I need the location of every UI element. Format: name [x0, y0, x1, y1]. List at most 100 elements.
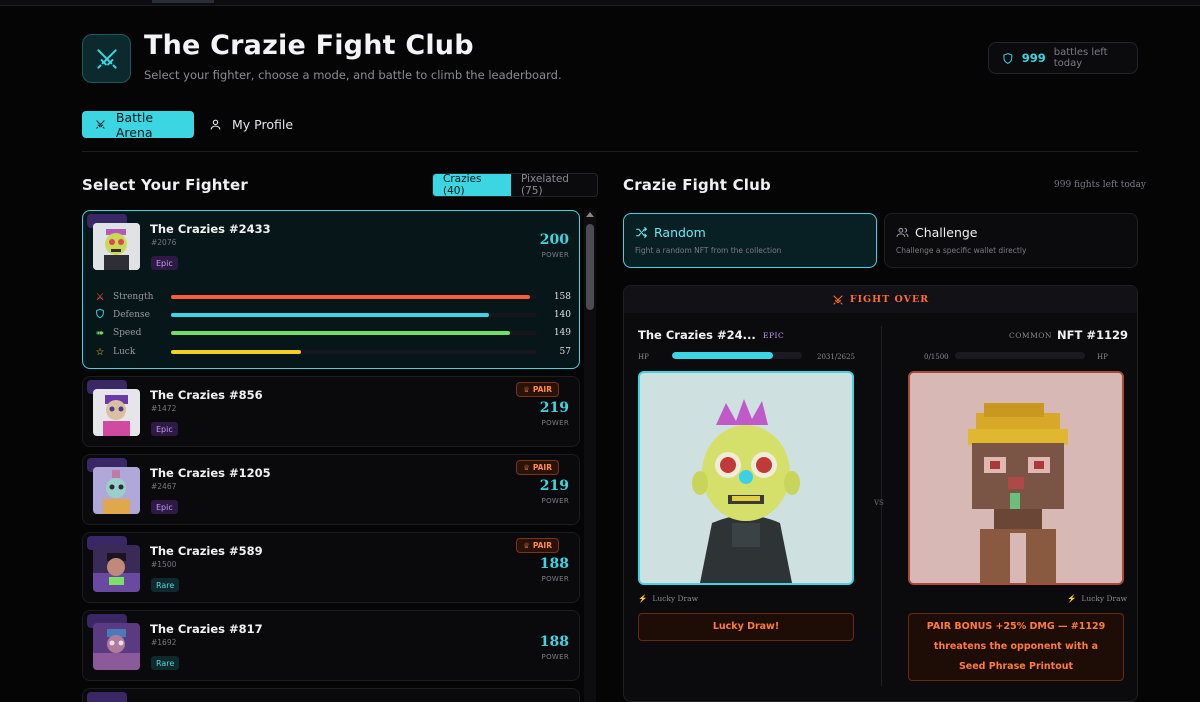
fighter-token-id: #1692: [151, 638, 177, 647]
stat-bar: [171, 350, 537, 354]
collection-filter: Crazies (40) Pixelated (75): [432, 173, 598, 197]
battles-count: 999: [1021, 51, 1046, 65]
pair-badge: ♕ PAIR: [516, 382, 559, 397]
player-hp-value: 2031/2625: [817, 353, 855, 361]
fighter-name: The Crazies #856: [150, 388, 263, 402]
fighter-power: 188 POWER: [540, 634, 569, 661]
speed-icon: ➠: [95, 327, 105, 339]
crossed-swords-icon: [96, 120, 105, 129]
opponent-hp-bar: [955, 352, 1085, 359]
shuffle-icon: [636, 227, 648, 238]
fight-status-bar: FIGHT OVER: [624, 286, 1137, 313]
stat-name: Luck: [113, 347, 136, 357]
opponent-portrait: [908, 371, 1124, 585]
fighter-token-id: #1500: [151, 560, 177, 569]
fighter-card[interactable]: The Crazies #2433 #2076 Epic 200 POWER ⚔…: [82, 210, 580, 369]
tab-indicator: [152, 0, 214, 3]
mode-challenge[interactable]: Challenge Challenge a specific wallet di…: [884, 213, 1138, 268]
fighter-card[interactable]: [82, 688, 580, 702]
scroll-up-icon[interactable]: [586, 212, 594, 217]
shield-icon: [1003, 52, 1013, 64]
opponent-lucky-draw: ⚡ Lucky Draw: [1067, 594, 1127, 603]
rarity-badge: Rare: [151, 656, 180, 670]
stat-value: 149: [553, 328, 571, 338]
fighter-avatar: [93, 223, 140, 270]
stat-bar-fill: [171, 295, 531, 299]
pair-badge: ♕ PAIR: [516, 460, 559, 475]
power-value: 188: [539, 556, 569, 572]
fighter-card[interactable]: The Crazies #817 #1692 Rare 188 POWER: [82, 610, 580, 681]
stat-luck: ☆ Luck 57: [93, 343, 571, 361]
rarity-badge: Rare: [151, 578, 180, 592]
page-title: The Crazie Fight Club: [144, 30, 474, 61]
mode-random[interactable]: Random Fight a random NFT from the colle…: [623, 213, 877, 268]
page-subtitle: Select your fighter, choose a mode, and …: [144, 68, 562, 82]
player-hp-label: HP: [638, 353, 649, 361]
fighter-power: 200 POWER: [540, 232, 569, 259]
fighter-token-id: #2076: [151, 238, 177, 247]
stat-name: Defense: [113, 310, 150, 320]
opponent-fighter-name: NFT #1129: [1057, 328, 1128, 342]
filter-crazies[interactable]: Crazies (40): [433, 174, 511, 196]
lightning-icon: ⚡: [1067, 594, 1077, 603]
opponent-battle-message: PAIR BONUS +25% DMG — #1129 threatens th…: [908, 613, 1124, 681]
power-label: POWER: [541, 653, 569, 661]
fighter-list-scrollbar[interactable]: [584, 210, 596, 702]
player-hp-bar: [672, 352, 802, 359]
pair-label: PAIR: [532, 463, 552, 472]
fighter-avatar: [93, 467, 140, 514]
pair-badge: ♕ PAIR: [516, 538, 559, 553]
app-logo: [82, 34, 131, 83]
stat-value: 140: [553, 310, 571, 320]
tab-label: My Profile: [232, 117, 294, 132]
stat-bar-fill: [171, 313, 490, 317]
rarity-badge: Epic: [151, 500, 178, 514]
versus-label: VS: [874, 499, 884, 507]
player-hp-fill: [672, 352, 773, 359]
fighter-card[interactable]: The Crazies #1205 #2467 Epic ♕ PAIR 219 P…: [82, 454, 580, 525]
lucky-label: Lucky Draw: [1081, 594, 1128, 603]
fighter-power: 219 POWER: [540, 400, 569, 427]
filter-pixelated[interactable]: Pixelated (75): [511, 174, 597, 196]
users-icon: [896, 227, 909, 237]
fight-status: FIGHT OVER: [849, 294, 930, 305]
power-label: POWER: [541, 251, 569, 259]
stat-name: Speed: [113, 328, 142, 338]
fights-left-text: 999 fights left today: [1054, 180, 1146, 190]
fighter-name: The Crazies #817: [150, 622, 263, 636]
opponent-rarity: COMMON: [1009, 331, 1052, 340]
select-fighter-heading: Select Your Fighter: [82, 176, 249, 194]
fighter-token-id: #2467: [151, 482, 177, 491]
player-portrait: [638, 371, 854, 585]
crossed-swords-icon: [96, 48, 117, 69]
scrollbar-thumb[interactable]: [586, 224, 594, 310]
fighter-power: 219 POWER: [540, 478, 569, 505]
fighter-name: The Crazies #2433: [150, 222, 271, 236]
battles-text: battles left today: [1053, 47, 1108, 69]
player-rarity: EPIC: [763, 331, 785, 340]
fighter-name: The Crazies #589: [150, 544, 263, 558]
power-label: POWER: [541, 575, 569, 583]
stat-name: Strength: [113, 292, 154, 302]
star-icon: ☆: [95, 346, 105, 358]
fighter-token-id: #1472: [151, 404, 177, 413]
tab-label: Battle Arena: [115, 109, 154, 140]
stat-strength: ⚔ Strength 158: [93, 288, 571, 306]
tab-my-profile[interactable]: My Profile: [196, 111, 306, 138]
player-fighter-name: The Crazies #24...: [638, 328, 756, 342]
fighter-card[interactable]: The Crazies #589 #1500 Rare ♕ PAIR 188 PO…: [82, 532, 580, 603]
mode-label: Challenge: [915, 225, 978, 240]
stat-value: 57: [559, 347, 571, 357]
fighter-card[interactable]: The Crazies #856 #1472 Epic ♕ PAIR 219 PO…: [82, 376, 580, 447]
power-label: POWER: [541, 497, 569, 505]
stat-speed: ➠ Speed 149: [93, 324, 571, 342]
tab-battle-arena[interactable]: Battle Arena: [82, 109, 194, 140]
fighter-avatar: [93, 389, 140, 436]
crown-icon: ♕: [523, 385, 530, 394]
stat-bar-fill: [171, 331, 510, 335]
player-battle-message: Lucky Draw!: [638, 613, 854, 641]
crossed-swords-icon: [833, 294, 843, 305]
stat-bar-fill: [171, 350, 301, 354]
fighter-name: The Crazies #1205: [150, 466, 271, 480]
pair-label: PAIR: [532, 541, 552, 550]
